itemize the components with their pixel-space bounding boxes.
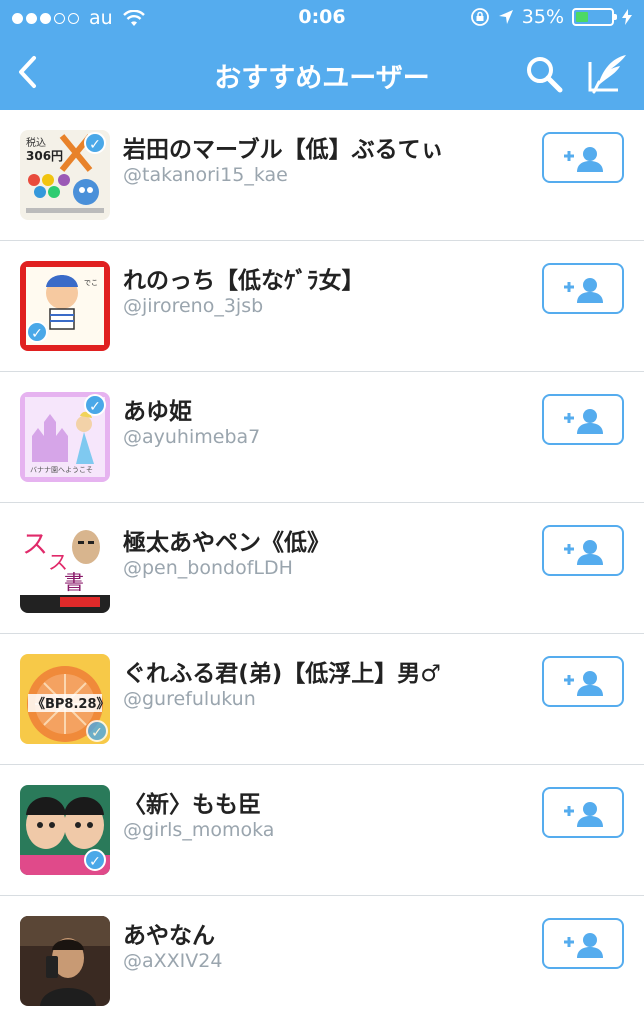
list-item[interactable]: あやなん @aXXIV24 bbox=[0, 896, 644, 1024]
avatar[interactable]: 税込 306円 ✓ bbox=[20, 130, 110, 220]
follow-icon bbox=[564, 409, 603, 434]
charging-icon bbox=[622, 9, 632, 25]
list-item[interactable]: 税込 306円 ✓ 岩田のマーブル【低】ぶるてぃ @takanori15_kae bbox=[0, 110, 644, 241]
svg-text:306円: 306円 bbox=[26, 149, 63, 163]
follow-button[interactable] bbox=[542, 263, 624, 314]
compose-icon[interactable] bbox=[586, 52, 630, 94]
user-name: れのっち【低なｹﾞﾗ女】 bbox=[123, 268, 365, 294]
svg-text:バナナ園へようこそ: バナナ園へようこそ bbox=[30, 466, 93, 474]
list-item[interactable]: ✓ 〈新〉もも臣 @girls_momoka bbox=[0, 765, 644, 896]
user-handle: @gurefulukun bbox=[123, 688, 256, 710]
svg-text:《BP8.28》: 《BP8.28》 bbox=[32, 696, 110, 712]
verified-icon: ✓ bbox=[26, 321, 48, 343]
avatar[interactable]: ✓ bbox=[20, 785, 110, 875]
user-name: 〈新〉もも臣 bbox=[123, 792, 261, 818]
user-handle: @aXXIV24 bbox=[123, 950, 223, 972]
avatar[interactable] bbox=[20, 916, 110, 1006]
user-name: 極太あやペン《低》 bbox=[123, 530, 330, 556]
battery-percent: 35% bbox=[521, 6, 564, 28]
avatar[interactable]: 《BP8.28》 ✓ bbox=[20, 654, 110, 744]
verified-icon: ✓ bbox=[84, 132, 106, 154]
user-handle: @girls_momoka bbox=[123, 819, 275, 841]
user-list: 税込 306円 ✓ 岩田のマーブル【低】ぶるてぃ @takanori15_kae bbox=[0, 110, 644, 1024]
follow-icon bbox=[564, 540, 603, 565]
location-icon bbox=[498, 10, 513, 24]
follow-button[interactable] bbox=[542, 525, 624, 576]
follow-icon bbox=[564, 278, 603, 303]
list-item[interactable]: ス ス 書 極太あやペン《低》 @pen_bondofLDH bbox=[0, 503, 644, 634]
verified-icon: ✓ bbox=[84, 849, 106, 871]
verified-icon: ✓ bbox=[84, 394, 106, 416]
battery-icon bbox=[572, 8, 617, 26]
follow-icon bbox=[564, 147, 603, 172]
svg-text:でこ: でこ bbox=[84, 279, 98, 287]
list-item[interactable]: バナナ園へようこそ ✓ あゆ姫 @ayuhimeba7 bbox=[0, 372, 644, 503]
follow-button[interactable] bbox=[542, 918, 624, 969]
follow-icon bbox=[564, 802, 603, 827]
svg-text:ス: ス bbox=[22, 530, 48, 560]
user-handle: @ayuhimeba7 bbox=[123, 426, 261, 448]
follow-button[interactable] bbox=[542, 394, 624, 445]
top-bar: au 0:06 35% おすすめユーザー bbox=[0, 0, 644, 110]
follow-icon bbox=[564, 933, 603, 958]
status-bar: au 0:06 35% bbox=[0, 0, 644, 36]
user-handle: @jiroreno_3jsb bbox=[123, 295, 264, 317]
navigation-bar: おすすめユーザー bbox=[0, 38, 644, 110]
user-handle: @takanori15_kae bbox=[123, 164, 288, 186]
svg-text:書: 書 bbox=[64, 570, 84, 594]
user-handle: @pen_bondofLDH bbox=[123, 557, 293, 579]
search-icon[interactable] bbox=[524, 54, 564, 94]
follow-button[interactable] bbox=[542, 787, 624, 838]
follow-icon bbox=[564, 671, 603, 696]
avatar[interactable]: バナナ園へようこそ ✓ bbox=[20, 392, 110, 482]
user-name: 岩田のマーブル【低】ぶるてぃ bbox=[123, 137, 444, 163]
svg-text:税込: 税込 bbox=[26, 136, 46, 149]
list-item[interactable]: 《BP8.28》 ✓ ぐれふる君(弟)【低浮上】男♂ @gurefulukun bbox=[0, 634, 644, 765]
avatar[interactable]: ス ス 書 bbox=[20, 523, 110, 613]
verified-icon: ✓ bbox=[86, 720, 108, 742]
user-name: ぐれふる君(弟)【低浮上】男♂ bbox=[123, 661, 441, 687]
user-name: あゆ姫 bbox=[123, 399, 192, 425]
lock-rotation-icon bbox=[470, 8, 489, 26]
follow-button[interactable] bbox=[542, 132, 624, 183]
follow-button[interactable] bbox=[542, 656, 624, 707]
list-item[interactable]: でこ ✓ れのっち【低なｹﾞﾗ女】 @jiroreno_3jsb bbox=[0, 241, 644, 372]
user-name: あやなん bbox=[123, 923, 215, 949]
avatar[interactable]: でこ ✓ bbox=[20, 261, 110, 351]
